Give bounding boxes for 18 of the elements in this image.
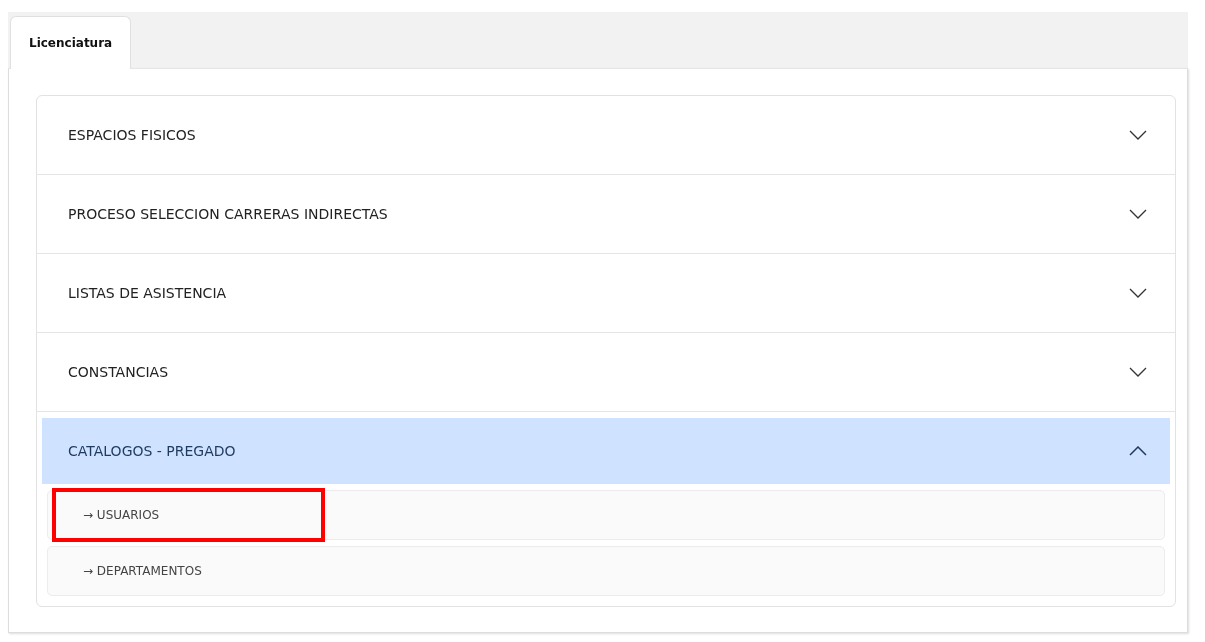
- accordion-header[interactable]: ESPACIOS FISICOS: [37, 96, 1175, 175]
- section-title: CONSTANCIAS: [68, 364, 169, 380]
- section-title: CATALOGOS - PREGADO: [68, 443, 236, 459]
- chevron-up-icon: [1129, 446, 1147, 456]
- accordion-header[interactable]: CATALOGOS - PREGADO: [42, 418, 1170, 484]
- submenu-item[interactable]: → DEPARTAMENTOS: [47, 546, 1165, 596]
- chevron-down-icon: [1129, 209, 1147, 219]
- accordion-header[interactable]: PROCESO SELECCION CARRERAS INDIRECTAS: [37, 175, 1175, 254]
- accordion-header[interactable]: CONSTANCIAS: [37, 333, 1175, 412]
- tab[interactable]: Licenciatura: [10, 16, 132, 69]
- section-title: LISTAS DE ASISTENCIA: [68, 285, 227, 301]
- accordion-header[interactable]: LISTAS DE ASISTENCIA: [37, 254, 1175, 333]
- chevron-down-icon: [1129, 367, 1147, 377]
- chevron-down-icon: [1129, 288, 1147, 298]
- section-title: PROCESO SELECCION CARRERAS INDIRECTAS: [68, 206, 388, 222]
- submenu-item[interactable]: → USUARIOS: [47, 490, 1165, 540]
- section-title: ESPACIOS FISICOS: [68, 127, 196, 143]
- chevron-down-icon: [1129, 130, 1147, 140]
